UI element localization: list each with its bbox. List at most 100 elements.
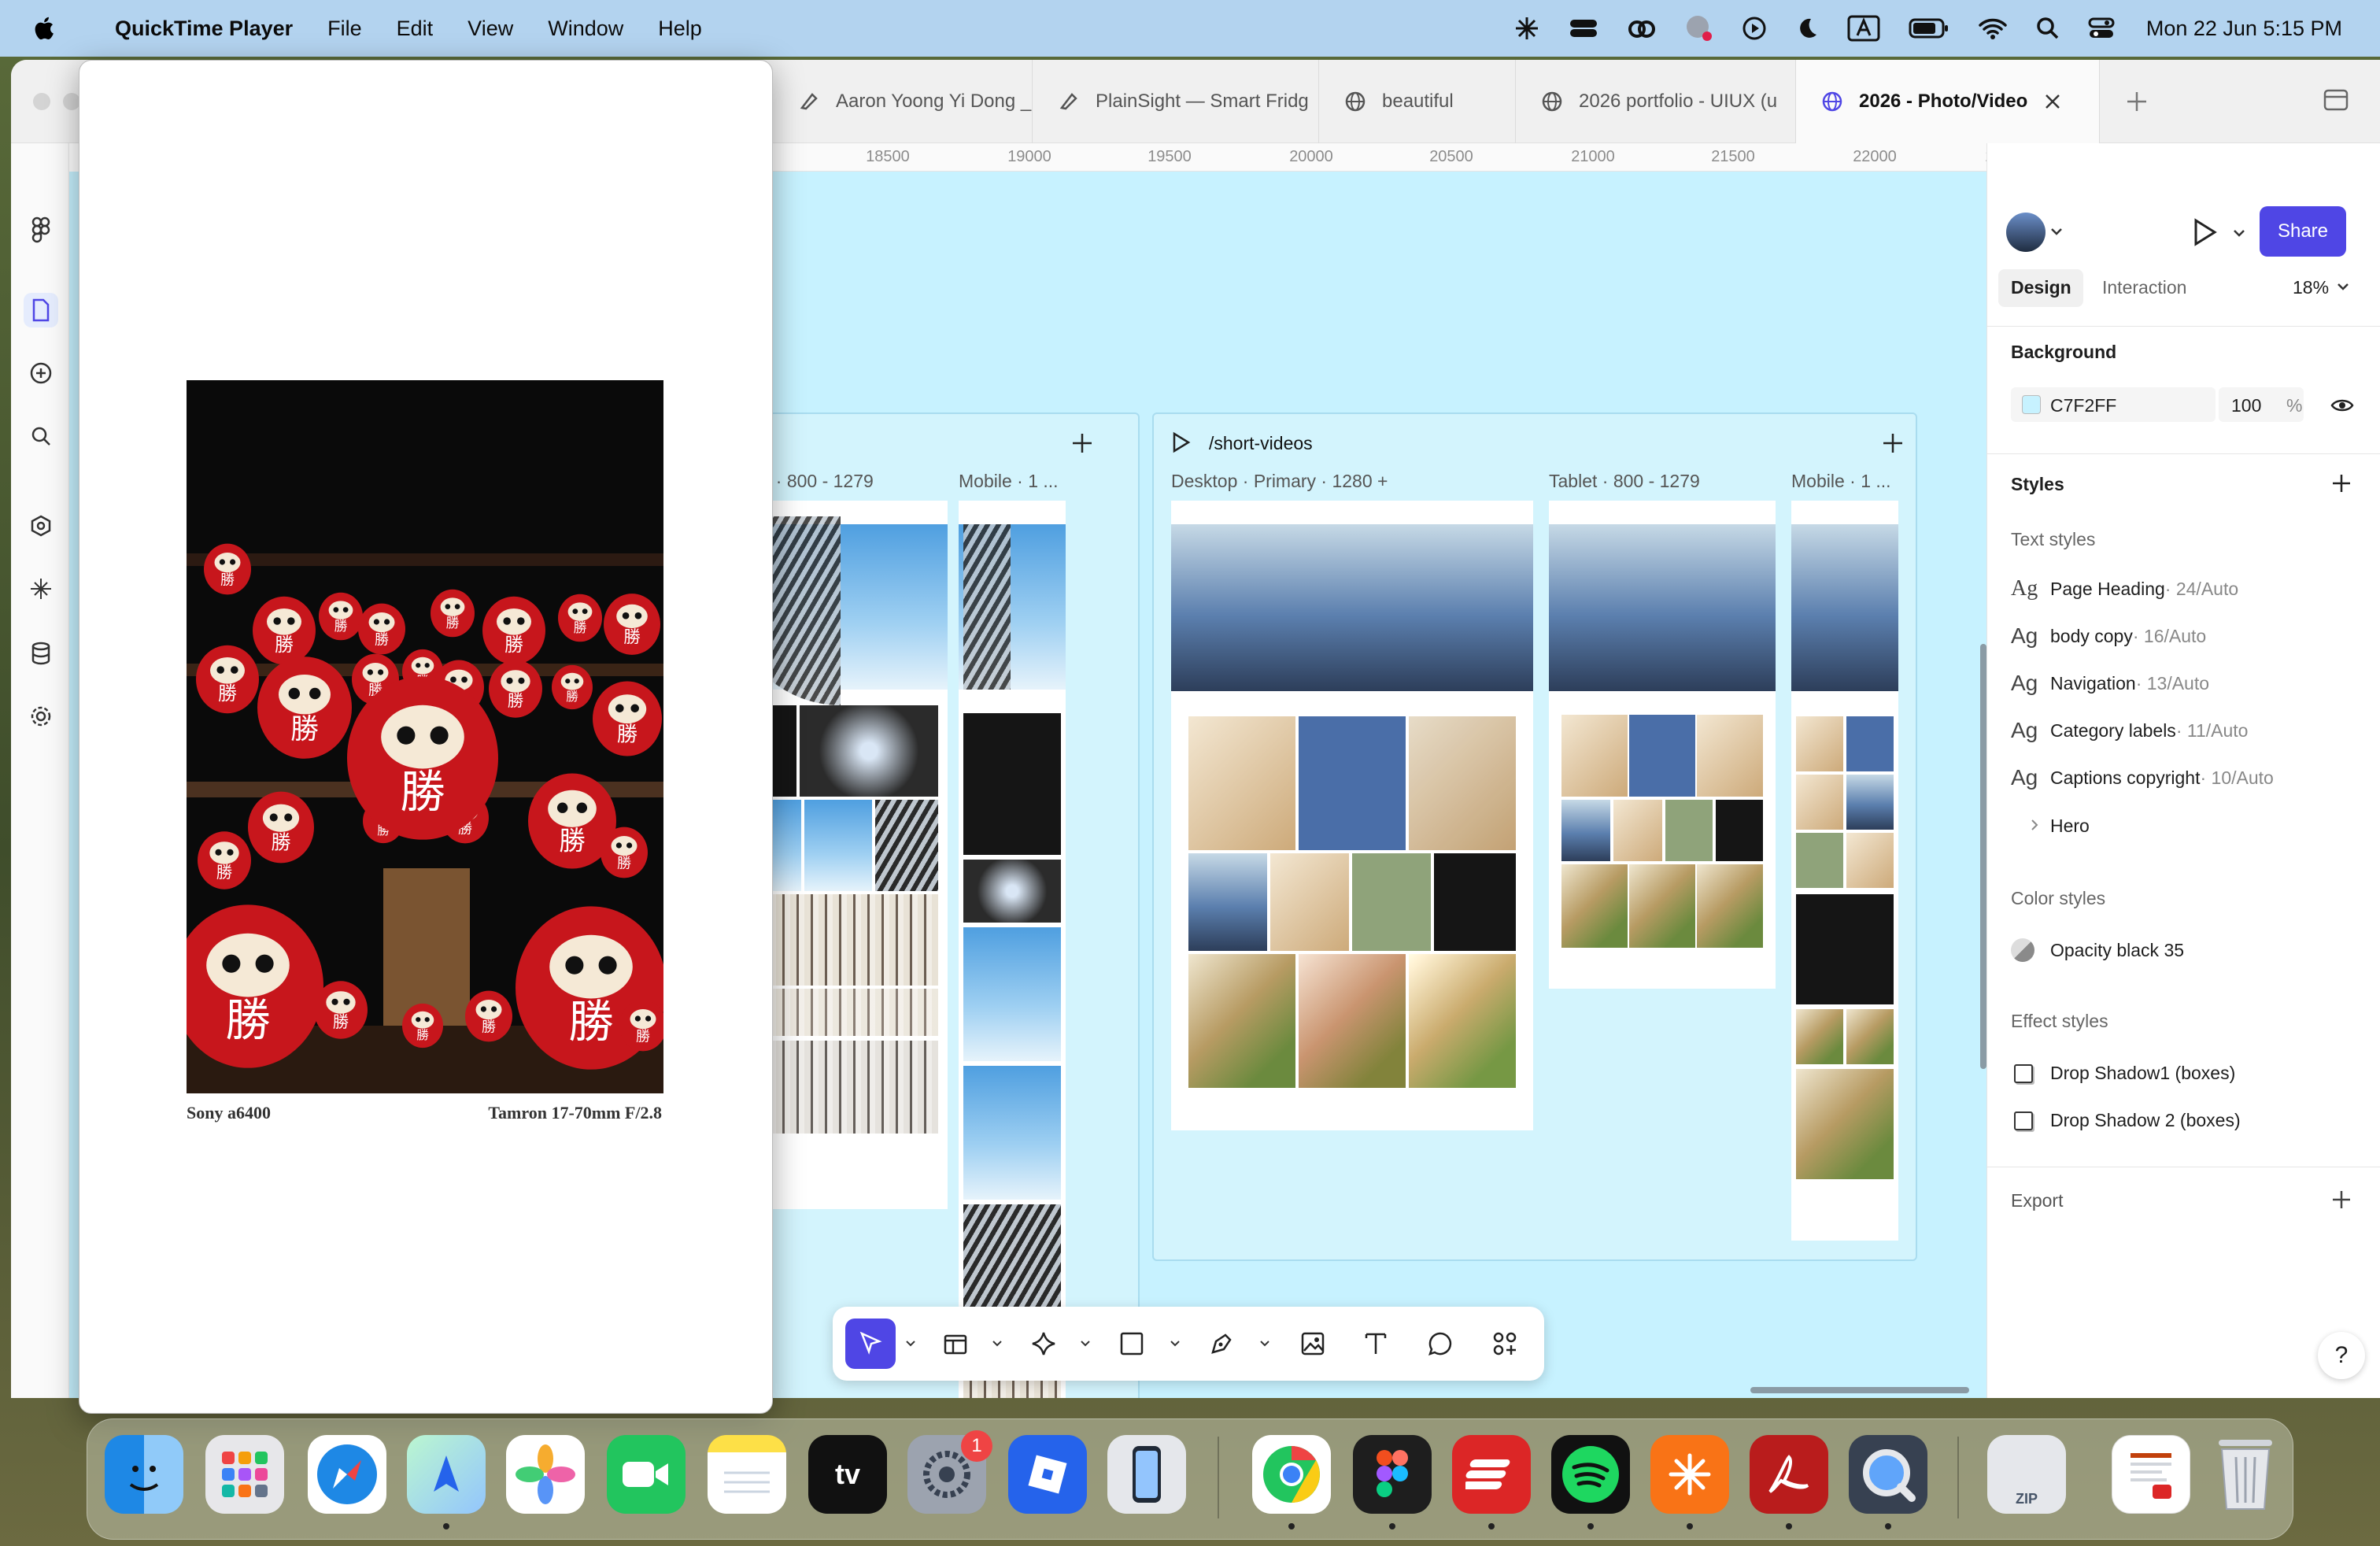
apple-tv-app-icon[interactable]: tv (808, 1435, 887, 1514)
sidebar-toggle-icon[interactable] (2323, 88, 2349, 112)
new-tab-icon[interactable] (2125, 90, 2149, 113)
pages-icon[interactable] (24, 293, 58, 327)
roblox-app-icon[interactable] (1008, 1435, 1087, 1514)
expressvpn-app-icon[interactable] (1452, 1435, 1531, 1514)
frame-desktop-short-videos[interactable] (1171, 501, 1533, 1130)
menu-window[interactable]: Window (548, 17, 623, 41)
claude-app-icon[interactable] (1650, 1435, 1729, 1514)
color-swatch[interactable] (2022, 395, 2041, 414)
move-tool-button[interactable] (845, 1319, 896, 1369)
frame-mobile-short-videos[interactable] (1791, 501, 1898, 1241)
rectangle-tool-button[interactable] (1113, 1325, 1151, 1363)
pen-tool-button[interactable] (1203, 1325, 1240, 1363)
maps-app-icon[interactable] (407, 1435, 486, 1514)
quicktime-app-icon[interactable] (1849, 1435, 1927, 1514)
effect-style-drop-shadow-1[interactable]: Drop Shadow1 (boxes) (2050, 1063, 2235, 1084)
chevron-down-icon[interactable] (2050, 227, 2063, 236)
image-tool-button[interactable] (1294, 1325, 1332, 1363)
menu-file[interactable]: File (327, 17, 362, 41)
zip-file-icon[interactable]: ZIP (1987, 1435, 2066, 1514)
creative-cloud-icon[interactable] (1627, 17, 1657, 40)
chevron-down-icon[interactable] (1078, 1337, 1092, 1351)
component-tool-button[interactable] (1025, 1325, 1062, 1363)
settings-gear-icon[interactable] (27, 702, 55, 730)
background-hex[interactable]: C7F2FF (2050, 395, 2116, 416)
tab-beautiful[interactable]: beautiful (1319, 60, 1516, 143)
apple-icon[interactable] (31, 15, 55, 42)
text-style-page-heading[interactable]: Ag Page Heading · 24/Auto (2011, 576, 2238, 601)
frame-tool-button[interactable] (937, 1325, 974, 1363)
frame-mobile-architecture[interactable] (959, 501, 1066, 1398)
iphone-mirroring-app-icon[interactable] (1107, 1435, 1186, 1514)
chrome-app-icon[interactable] (1252, 1435, 1331, 1514)
section-architecture[interactable]: Tablet · 800 - 1279 Mobile · 1 ... (715, 412, 1140, 1398)
tab-2026-portfolio[interactable]: 2026 portfolio - UIUX (u (1516, 60, 1796, 143)
spotlight-search-icon[interactable] (2036, 17, 2060, 40)
spotify-app-icon[interactable] (1551, 1435, 1630, 1514)
eye-icon[interactable] (2330, 397, 2354, 414)
trash-app-icon[interactable] (2206, 1435, 2285, 1514)
feedback-icon[interactable] (27, 1395, 55, 1398)
present-play-icon[interactable] (2192, 217, 2219, 247)
add-style-icon[interactable] (2330, 472, 2352, 494)
add-icon[interactable] (27, 359, 55, 387)
launchpad-app-icon[interactable] (205, 1435, 284, 1514)
background-opacity[interactable]: 100 (2231, 395, 2261, 416)
battery-icon[interactable] (1909, 17, 1949, 39)
text-style-category-labels[interactable]: Ag Category labels · 11/Auto (2011, 718, 2248, 743)
text-style-captions-copyright[interactable]: Ag Captions copyright · 10/Auto (2011, 765, 2274, 790)
add-export-icon[interactable] (2330, 1189, 2352, 1211)
chevron-down-icon[interactable] (2337, 282, 2349, 291)
chevron-down-icon[interactable] (904, 1337, 918, 1351)
app-name[interactable]: QuickTime Player (115, 17, 293, 41)
acrobat-app-icon[interactable] (1750, 1435, 1828, 1514)
cloud-app-icon[interactable] (1569, 17, 1598, 40)
play-section-icon[interactable] (1171, 431, 1192, 453)
tab-interaction[interactable]: Interaction (2102, 277, 2186, 298)
menu-help[interactable]: Help (658, 17, 702, 41)
facetime-app-icon[interactable] (607, 1435, 686, 1514)
figma-menu-icon[interactable] (27, 216, 55, 244)
figma-app-icon[interactable] (1353, 1435, 1432, 1514)
share-button[interactable]: Share (2260, 206, 2346, 257)
add-frame-icon[interactable] (1881, 431, 1905, 455)
close-tab-icon[interactable] (2043, 92, 2062, 111)
section-short-videos[interactable]: /short-videos Desktop · Primary · 1280 +… (1152, 412, 1917, 1261)
moon-icon[interactable] (1795, 17, 1819, 40)
effect-style-drop-shadow-2[interactable]: Drop Shadow 2 (boxes) (2050, 1110, 2241, 1131)
menu-view[interactable]: View (468, 17, 513, 41)
pdf-document-icon[interactable] (2112, 1435, 2190, 1514)
media-play-icon[interactable] (1742, 16, 1767, 41)
chevron-down-icon[interactable] (2233, 228, 2245, 238)
plugins-icon[interactable] (27, 575, 55, 603)
comment-tool-button[interactable] (1421, 1325, 1459, 1363)
menubar-clock[interactable]: Mon 22 Jun 5:15 PM (2146, 17, 2342, 41)
minimize-window-button[interactable] (63, 93, 80, 110)
color-style-opacity-black[interactable]: Opacity black 35 (2050, 940, 2184, 961)
assets-icon[interactable] (27, 512, 55, 540)
vpn-globe-icon[interactable] (1685, 14, 1713, 43)
quicktime-window[interactable]: 勝勝勝勝勝勝勝勝勝勝勝勝勝勝勝勝勝勝勝勝勝勝勝勝勝勝勝勝勝 Sony a6400… (79, 60, 773, 1414)
photos-app-icon[interactable] (506, 1435, 585, 1514)
add-frame-icon[interactable] (1070, 431, 1094, 455)
safari-app-icon[interactable] (308, 1435, 386, 1514)
avatar[interactable] (2006, 213, 2046, 252)
tab-plainsight[interactable]: PlainSight — Smart Fridg (1033, 60, 1319, 143)
search-icon[interactable] (27, 422, 55, 450)
close-window-button[interactable] (33, 93, 50, 110)
text-tool-button[interactable] (1357, 1325, 1395, 1363)
zoom-level[interactable]: 18% (2293, 277, 2329, 298)
chevron-down-icon[interactable] (1258, 1337, 1272, 1351)
perplexity-icon[interactable] (1513, 15, 1540, 42)
chevron-down-icon[interactable] (1168, 1337, 1182, 1351)
text-style-body-copy[interactable]: Ag body copy · 16/Auto (2011, 623, 2206, 649)
tab-2026-photo-video[interactable]: 2026 - Photo/Video (1796, 60, 2100, 143)
tab-aaron[interactable]: Aaron Yoong Yi Dong _ 2 (773, 60, 1033, 143)
control-center-icon[interactable] (2088, 17, 2115, 40)
finder-app-icon[interactable] (105, 1435, 183, 1514)
database-icon[interactable] (27, 639, 55, 668)
chevron-down-icon[interactable] (990, 1337, 1004, 1351)
tab-design[interactable]: Design (2011, 277, 2071, 298)
input-source-icon[interactable] (1847, 15, 1880, 42)
wifi-icon[interactable] (1978, 17, 2008, 40)
